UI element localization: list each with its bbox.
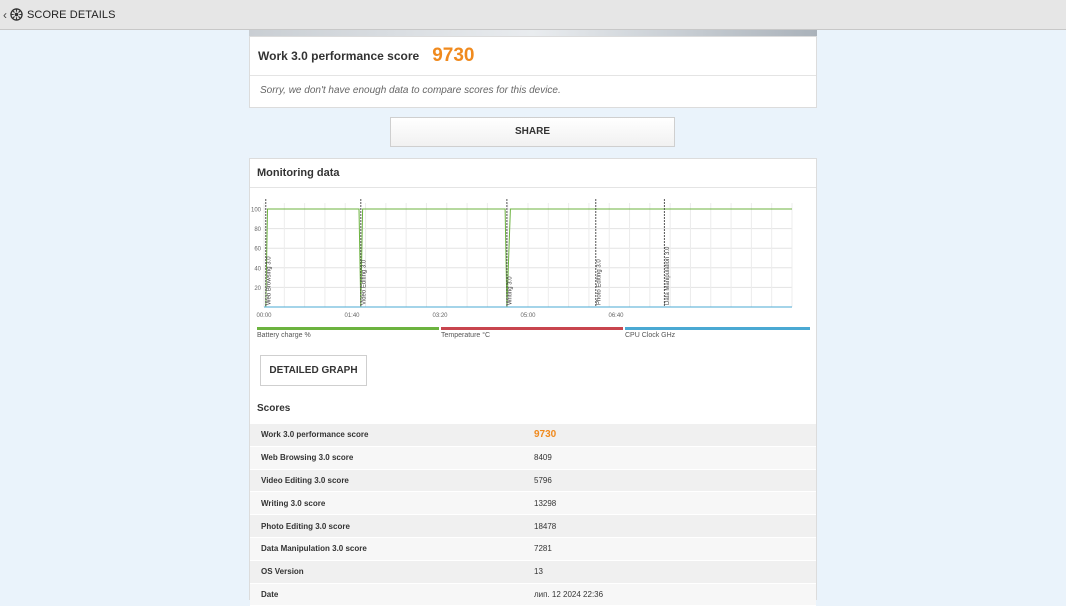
table-row: Video Editing 3.0 score 5796 — [250, 469, 816, 493]
row-label: Data Manipulation 3.0 score — [261, 544, 367, 554]
score-title: Work 3.0 performance score — [258, 49, 420, 63]
detailed-graph-button[interactable]: DETAILED GRAPH — [260, 355, 367, 386]
row-value: лип. 12 2024 22:36 — [534, 589, 604, 599]
monitoring-title: Monitoring data — [250, 159, 816, 188]
y-tick-label: 60 — [254, 247, 261, 253]
table-row: Work 3.0 performance score 9730 — [250, 424, 816, 447]
x-tick-label: 05:00 — [520, 313, 536, 319]
x-tick-label: 00:00 — [256, 313, 272, 319]
share-button[interactable]: SHARE — [390, 117, 675, 147]
legend-cpu-swatch — [625, 327, 810, 330]
row-label: Web Browsing 3.0 score — [261, 453, 354, 463]
compare-note: Sorry, we don't have enough data to comp… — [260, 85, 561, 96]
row-label: OS Version — [261, 567, 304, 577]
app-logo-icon — [10, 8, 23, 21]
row-value: 9730 — [534, 429, 557, 441]
x-tick-label: 03:20 — [432, 313, 448, 319]
scores-title: Scores — [257, 403, 291, 414]
row-value: 13298 — [534, 498, 557, 508]
page-title: SCORE DETAILS — [27, 8, 116, 21]
row-label: Photo Editing 3.0 score — [261, 521, 350, 531]
row-label: Work 3.0 performance score — [261, 430, 369, 440]
row-value: 13 — [534, 567, 543, 577]
row-value: 7281 — [534, 544, 552, 554]
x-tick-label: 01:40 — [344, 313, 360, 319]
row-label: Date — [261, 589, 279, 599]
test-marker-label: Writing 3.0 — [507, 276, 513, 305]
row-value: 5796 — [534, 475, 552, 485]
score-header: Work 3.0 performance score 9730 — [250, 37, 816, 76]
monitoring-card: Monitoring data 100 80 60 40 20 00:00 01:40 03:… — [249, 158, 817, 606]
row-value: 8409 — [534, 453, 552, 463]
legend-battery: Battery charge % — [257, 327, 439, 339]
row-value: 18478 — [534, 521, 557, 531]
test-marker-label: Photo Editing 3.0 — [596, 259, 602, 305]
y-tick-label: 40 — [254, 266, 261, 272]
table-row: Date лип. 12 2024 22:36 — [250, 583, 816, 606]
row-label: Writing 3.0 score — [261, 498, 326, 508]
table-row: Photo Editing 3.0 score 18478 — [250, 515, 816, 538]
table-row: Writing 3.0 score 13298 — [250, 492, 816, 516]
table-row: Data Manipulation 3.0 score 7281 — [250, 537, 816, 561]
legend-temperature-swatch — [441, 327, 623, 330]
scores-table: Work 3.0 performance score 9730 Web Brow… — [250, 424, 816, 606]
chevron-left-icon[interactable]: ‹ — [3, 8, 9, 22]
x-tick-label: 06:40 — [608, 313, 624, 319]
legend-cpu: CPU Clock GHz — [625, 327, 810, 339]
legend-battery-swatch — [257, 327, 439, 330]
table-row: OS Version 13 — [250, 560, 816, 584]
test-marker-label: Data Manipulation 3.0 — [665, 246, 671, 305]
y-tick-label: 100 — [251, 208, 262, 214]
legend-temperature: Temperature °C — [441, 327, 623, 339]
legend-battery-label: Battery charge % — [257, 332, 311, 339]
row-label: Video Editing 3.0 score — [261, 475, 349, 485]
score-card: Work 3.0 performance score 9730 Sorry, w… — [249, 36, 817, 108]
monitoring-chart: 100 80 60 40 20 00:00 01:40 03:20 05:00 06:40 Web … — [251, 199, 793, 319]
top-bar: ‹ SCORE DETAILS — [0, 0, 1066, 30]
test-marker-label: Web Browsing 3.0 — [266, 256, 272, 305]
y-tick-label: 20 — [254, 286, 261, 292]
score-value: 9730 — [432, 45, 475, 66]
table-row: Web Browsing 3.0 score 8409 — [250, 446, 816, 470]
legend-temperature-label: Temperature °C — [441, 332, 491, 339]
y-tick-label: 80 — [254, 227, 261, 233]
test-marker-label: Video Editing 3.0 — [361, 259, 367, 305]
legend-cpu-label: CPU Clock GHz — [625, 332, 676, 339]
